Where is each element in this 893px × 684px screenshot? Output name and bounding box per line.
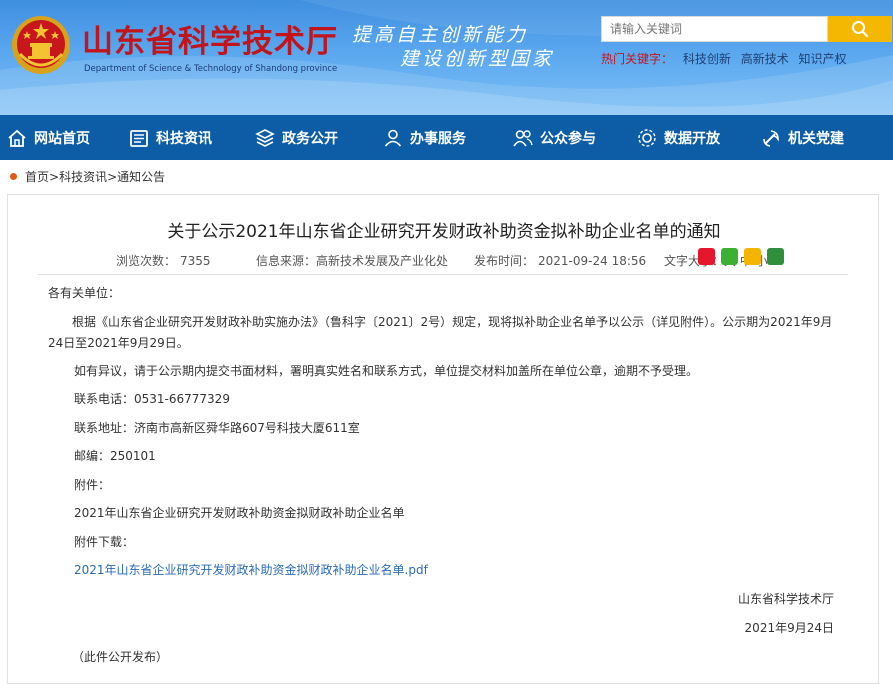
attachment-name: 2021年山东省企业研究开发财政补助资金拟财政补助企业名单 (74, 506, 405, 520)
site-subtitle: Department of Science & Technology of Sh… (84, 64, 338, 74)
nav-item-open-data[interactable]: 数据开放 (630, 115, 754, 160)
breadcrumb-separator: > (49, 169, 60, 184)
people-icon (513, 129, 533, 146)
douban-share-icon[interactable] (767, 248, 784, 265)
layers-icon (255, 128, 275, 147)
hot-keyword-link[interactable]: 科技创新 (683, 52, 731, 66)
search-button[interactable] (828, 16, 892, 42)
breadcrumb: 首页 > 科技资讯 > 通知公告 (10, 168, 165, 185)
main-nav: 网站首页 科技资讯 政务公开 办事服务 公众参与 数据开放 机关党建 (0, 115, 893, 160)
views-meta: 浏览次数： 7355 (116, 252, 211, 269)
breadcrumb-section[interactable]: 科技资讯 (59, 168, 107, 185)
nav-label: 机关党建 (788, 130, 844, 147)
download-label: 附件下载： (74, 535, 135, 549)
nav-item-news[interactable]: 科技资讯 (122, 115, 248, 160)
hot-keyword-link[interactable]: 知识产权 (799, 52, 847, 66)
issue-date: 2021年9月24日 (744, 621, 834, 635)
attachment-download-link[interactable]: 2021年山东省企业研究开发财政补助资金拟财政补助企业名单.pdf (74, 560, 428, 581)
nav-label: 科技资讯 (156, 130, 212, 147)
news-icon (130, 129, 148, 147)
nav-label: 政务公开 (282, 130, 338, 147)
wechat-share-icon[interactable] (721, 248, 738, 265)
nav-item-public[interactable]: 公众参与 (506, 115, 630, 160)
contact-address: 联系地址：济南市高新区舜华路607号科技大厦611室 (74, 421, 360, 435)
meta-divider (38, 274, 848, 275)
site-header: 山东省科学技术厅 Department of Science & Technol… (0, 0, 893, 115)
nav-label: 数据开放 (664, 130, 720, 147)
breadcrumb-bullet-icon (10, 173, 17, 180)
nav-item-home[interactable]: 网站首页 (0, 115, 122, 160)
publish-note: （此件公开发布） (72, 650, 169, 664)
source-value: 高新技术发展及产业化处 (316, 254, 449, 268)
article-container: 关于公示2021年山东省企业研究开发财政补助资金拟补助企业名单的通知 浏览次数：… (7, 194, 879, 684)
signature: 山东省科学技术厅 (737, 592, 834, 606)
hot-keywords-label: 热门关键字： (601, 52, 674, 66)
attachment-label: 附件： (74, 478, 111, 492)
contact-phone: 联系电话：0531-66777329 (74, 392, 230, 406)
nav-item-gov-affairs[interactable]: 政务公开 (248, 115, 376, 160)
views-count: 7355 (180, 254, 211, 268)
search-input[interactable] (601, 16, 828, 42)
paragraph-1: 根据《山东省企业研究开发财政补助实施办法》（鲁科字〔2021〕2号）规定，现将拟… (48, 315, 833, 350)
party-icon (763, 129, 779, 147)
national-emblem-icon (12, 16, 70, 74)
nav-label: 办事服务 (410, 130, 466, 147)
source-label: 信息来源： (256, 254, 317, 268)
breadcrumb-current[interactable]: 通知公告 (117, 168, 165, 185)
nav-label: 公众参与 (540, 130, 596, 147)
source-meta: 信息来源：高新技术发展及产业化处 (256, 252, 448, 269)
time-value: 2021-09-24 18:56 (538, 254, 647, 268)
hot-keywords: 热门关键字： 科技创新 高新技术 知识产权 (601, 50, 847, 67)
salutation: 各有关单位： (48, 286, 121, 300)
nav-item-services[interactable]: 办事服务 (376, 115, 506, 160)
time-label: 发布时间： (474, 254, 535, 268)
share-bar (698, 248, 790, 265)
user-icon (384, 129, 402, 147)
slogan-line-2: 建设创新型国家 (400, 48, 555, 70)
views-label: 浏览次数： (116, 254, 177, 268)
postcode: 邮编：250101 (74, 449, 156, 463)
article-title: 关于公示2021年山东省企业研究开发财政补助资金拟补助企业名单的通知 (167, 222, 721, 242)
nav-label: 网站首页 (34, 130, 90, 147)
home-icon (8, 129, 26, 147)
paragraph-2: 如有异议，请于公示期内提交书面材料，署明真实姓名和联系方式，单位提交材料加盖所在… (74, 364, 699, 378)
breadcrumb-separator: > (107, 169, 118, 184)
data-icon (638, 128, 656, 147)
slogan-line-1: 提高自主创新能力 (352, 24, 529, 46)
qzone-share-icon[interactable] (744, 248, 761, 265)
search-icon (852, 21, 869, 38)
breadcrumb-home[interactable]: 首页 (25, 168, 49, 185)
weibo-share-icon[interactable] (698, 248, 715, 265)
site-title: 山东省科学技术厅 (82, 24, 338, 60)
time-meta: 发布时间： 2021-09-24 18:56 (474, 252, 646, 269)
hot-keyword-link[interactable]: 高新技术 (741, 52, 789, 66)
nav-item-party[interactable]: 机关党建 (754, 115, 893, 160)
